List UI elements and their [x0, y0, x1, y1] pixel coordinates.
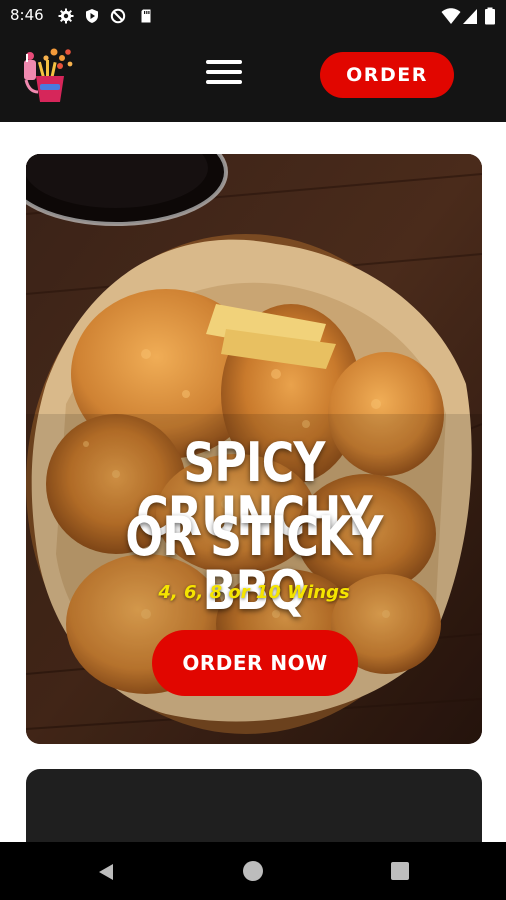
menu-button[interactable] — [200, 56, 248, 96]
order-now-button[interactable]: ORDER NOW — [152, 630, 358, 696]
sd-card-icon — [141, 9, 151, 23]
main-content: SPICY CRUNCHY OR STICKY BBQ 4, 6, 8 or 1… — [0, 122, 506, 842]
battery-icon — [485, 7, 495, 25]
app-header: ORDER — [0, 32, 506, 122]
hero-subtitle: 4, 6, 8 or 10 Wings — [158, 582, 350, 603]
status-bar: 8:46 — [0, 0, 506, 32]
play-protect-icon — [86, 9, 98, 23]
cellular-signal-icon — [463, 9, 477, 24]
wifi-icon — [441, 8, 461, 24]
promo-card-next[interactable] — [26, 769, 482, 842]
recents-icon[interactable] — [391, 862, 409, 880]
gear-icon — [58, 8, 74, 24]
status-time: 8:46 — [10, 6, 44, 24]
hamburger-menu-icon — [206, 60, 242, 64]
food-logo-icon[interactable] — [16, 44, 78, 106]
promo-hero-card[interactable]: SPICY CRUNCHY OR STICKY BBQ 4, 6, 8 or 1… — [26, 154, 482, 744]
header-order-button[interactable]: ORDER — [320, 52, 454, 98]
system-nav-bar — [0, 842, 506, 900]
app-screen: 8:46 ORDER SPICY CRUNCHY OR STICKY BBQ 4… — [0, 0, 506, 900]
no-sync-icon — [110, 8, 126, 24]
back-icon[interactable] — [96, 862, 116, 882]
home-icon[interactable] — [243, 861, 263, 881]
